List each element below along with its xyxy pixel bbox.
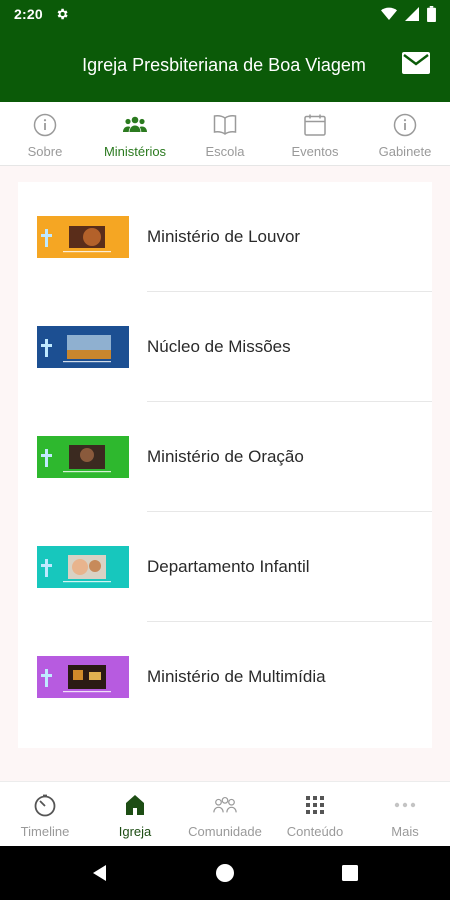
info-icon (392, 112, 418, 138)
tab-label: Gabinete (378, 144, 432, 159)
info-icon (32, 112, 58, 138)
nav-mais[interactable]: Mais (360, 782, 450, 846)
status-bar: 2:20 (0, 0, 450, 28)
ministry-name: Departamento Infantil (147, 557, 310, 576)
ministry-thumbnail (37, 656, 129, 698)
tab-label: Ministérios (103, 144, 167, 159)
list-item-infantil[interactable]: Departamento Infantil (18, 512, 432, 622)
tab-eventos[interactable]: Eventos (270, 102, 360, 165)
status-time: 2:20 (14, 6, 43, 22)
cellular-signal-icon (405, 7, 419, 21)
nav-timeline[interactable]: Timeline (0, 782, 90, 846)
app-bar: Igreja Presbiteriana de Boa Viagem (0, 28, 450, 102)
tab-sobre[interactable]: Sobre (0, 102, 90, 165)
app-title: Igreja Presbiteriana de Boa Viagem (82, 54, 366, 75)
ministries-content: Ministério de Louvor Núcleo de Missões M… (0, 166, 450, 781)
church-icon (122, 792, 148, 818)
more-icon (392, 792, 418, 818)
nav-label: Conteúdo (286, 824, 344, 839)
ministries-list: Ministério de Louvor Núcleo de Missões M… (18, 182, 432, 748)
grid-icon (302, 792, 328, 818)
ministry-thumbnail (37, 436, 129, 478)
timer-icon (32, 792, 58, 818)
tab-label: Escola (205, 144, 245, 159)
home-icon[interactable] (215, 863, 235, 883)
list-item-multimidia[interactable]: Ministério de Multimídia (18, 622, 432, 732)
top-tabs: Sobre Ministérios Escola Eventos Gabinet… (0, 102, 450, 166)
ministry-thumbnail (37, 326, 129, 368)
ministry-name: Ministério de Louvor (147, 227, 301, 246)
system-navigation-bar (0, 846, 450, 900)
list-item-missoes[interactable]: Núcleo de Missões (18, 292, 432, 402)
mail-icon[interactable] (402, 52, 430, 74)
tab-label: Eventos (291, 144, 339, 159)
ministry-thumbnail (37, 546, 129, 588)
tab-gabinete[interactable]: Gabinete (360, 102, 450, 165)
nav-igreja[interactable]: Igreja (90, 782, 180, 846)
nav-comunidade[interactable]: Comunidade (180, 782, 270, 846)
nav-label: Timeline (20, 824, 70, 839)
nav-label: Igreja (118, 824, 152, 839)
tab-escola[interactable]: Escola (180, 102, 270, 165)
bottom-navigation: Timeline Igreja Comunidade Conteúdo Mais (0, 781, 450, 846)
ministry-name: Ministério de Multimídia (147, 667, 326, 686)
nav-conteudo[interactable]: Conteúdo (270, 782, 360, 846)
list-item-oracao[interactable]: Ministério de Oração (18, 402, 432, 512)
battery-icon (427, 6, 436, 22)
list-item-louvor[interactable]: Ministério de Louvor (18, 182, 432, 292)
nav-label: Comunidade (188, 824, 262, 839)
wifi-icon (381, 7, 397, 21)
ministry-name: Ministério de Oração (147, 447, 304, 466)
ministry-thumbnail (37, 216, 129, 258)
calendar-icon (302, 112, 328, 138)
tab-ministerios[interactable]: Ministérios (90, 102, 180, 165)
community-icon (212, 792, 238, 818)
settings-gear-icon (57, 8, 68, 20)
recents-icon[interactable] (340, 863, 360, 883)
ministry-name: Núcleo de Missões (147, 337, 291, 356)
tab-label: Sobre (27, 144, 63, 159)
people-icon (122, 112, 148, 138)
book-icon (212, 112, 238, 138)
back-icon[interactable] (90, 863, 110, 883)
nav-label: Mais (391, 824, 419, 839)
